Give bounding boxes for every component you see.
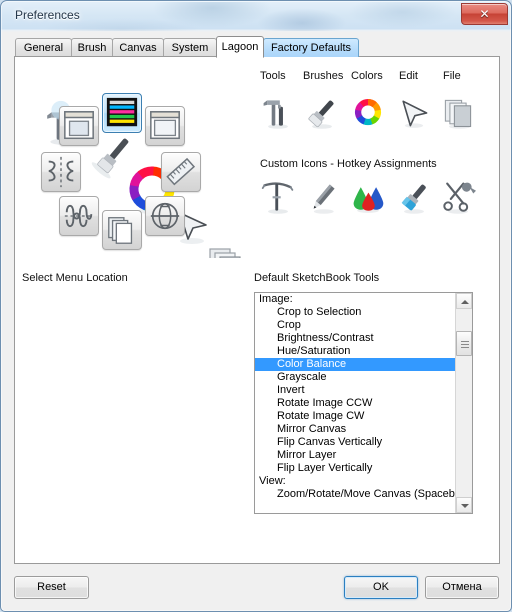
custom-icons-label: Custom Icons - Hotkey Assignments [260, 158, 437, 170]
tab-canvas[interactable]: Canvas [112, 38, 164, 57]
tab-strip: General Brush Canvas System Lagoon Factory De… [14, 36, 500, 58]
column-header-file: File [443, 70, 461, 82]
tools-hammer-icon[interactable] [260, 95, 298, 133]
tab-lagoon[interactable]: Lagoon [216, 36, 264, 58]
list-item[interactable]: Zoom/Rotate/Move Canvas (Spaceba [255, 488, 455, 501]
list-item[interactable]: Crop to Selection [255, 306, 455, 319]
menu-location-right[interactable] [161, 152, 201, 192]
menu-location-top-left[interactable] [59, 106, 99, 146]
window-title: Preferences [15, 8, 80, 22]
scrollbar-thumb[interactable] [456, 331, 472, 356]
select-menu-location-label: Select Menu Location [22, 272, 128, 284]
mirror-horizontal-icon [64, 204, 94, 228]
menu-location-bottom-right[interactable] [145, 196, 185, 236]
dialog-footer: Reset OK Отмена [1, 563, 512, 611]
column-header-colors: Colors [351, 70, 383, 82]
layers-stack-icon [108, 217, 133, 244]
default-tools-listbox[interactable]: Image: Crop to Selection Crop Brightness/Co… [254, 292, 473, 514]
list-item[interactable]: Brightness/Contrast [255, 332, 455, 345]
color-bars-icon [106, 97, 138, 127]
menu-location-bottom-left[interactable] [59, 196, 99, 236]
menu-location-top-right[interactable] [145, 106, 185, 146]
tab-system[interactable]: System [163, 38, 217, 57]
tab-brush[interactable]: Brush [71, 38, 113, 57]
list-item[interactable]: View: [255, 475, 455, 488]
column-header-edit: Edit [399, 70, 418, 82]
mirror-vertical-icon [48, 156, 74, 188]
close-icon[interactable]: ✕ [461, 3, 508, 25]
window-panel-left-icon [64, 111, 94, 140]
preferences-window: Preferences ✕ General Brush Canvas System La… [0, 0, 512, 612]
tab-general[interactable]: General [15, 38, 72, 57]
cursor-arrow-icon[interactable] [396, 95, 434, 133]
column-header-tools: Tools [260, 70, 286, 82]
default-tools-list[interactable]: Image: Crop to Selection Crop Brightness/Co… [255, 293, 455, 513]
list-item[interactable]: Flip Canvas Vertically [255, 436, 455, 449]
list-item[interactable]: Mirror Layer [255, 449, 455, 462]
ok-button[interactable]: OK [344, 576, 418, 599]
scroll-up-icon[interactable] [456, 293, 472, 309]
layers-icon[interactable] [440, 95, 478, 133]
list-item[interactable]: Rotate Image CCW [255, 397, 455, 410]
menu-location-top-center[interactable] [102, 93, 142, 133]
window-panel-right-icon [150, 111, 180, 140]
list-vertical-scrollbar[interactable] [455, 293, 472, 513]
list-item[interactable]: Rotate Image CW [255, 410, 455, 423]
airbrush-icon[interactable] [396, 180, 434, 218]
scroll-down-icon[interactable] [456, 497, 472, 513]
list-item[interactable]: Invert [255, 384, 455, 397]
list-item[interactable]: Grayscale [255, 371, 455, 384]
scissors-wrench-icon[interactable] [440, 180, 478, 218]
menu-location-left[interactable] [41, 152, 81, 192]
menu-location-bottom-center[interactable] [102, 210, 142, 250]
default-tools-label: Default SketchBook Tools [254, 272, 380, 284]
reset-button[interactable]: Reset [14, 576, 89, 599]
ruler-icon [166, 157, 196, 186]
pencil-icon[interactable] [304, 180, 342, 218]
paint-drops-icon[interactable] [350, 180, 388, 218]
tab-factory-defaults[interactable]: Factory Defaults [263, 38, 359, 57]
globe-flip-icon [150, 202, 180, 230]
list-item[interactable]: Mirror Canvas [255, 423, 455, 436]
list-item[interactable]: Flip Layer Vertically [255, 462, 455, 475]
list-item[interactable]: Color Balance [255, 358, 455, 371]
list-item[interactable]: Image: [255, 293, 455, 306]
color-wheel-icon[interactable] [350, 95, 388, 133]
brush-icon[interactable] [304, 95, 342, 133]
pickaxe-icon[interactable] [260, 180, 298, 218]
column-header-brushes: Brushes [303, 70, 344, 82]
list-item[interactable]: Crop [255, 319, 455, 332]
list-item[interactable]: Hue/Saturation [255, 345, 455, 358]
lagoon-tab-panel: Tools Brushes Colors Edit File Custom Ic… [14, 56, 500, 564]
cancel-button[interactable]: Отмена [425, 576, 499, 599]
